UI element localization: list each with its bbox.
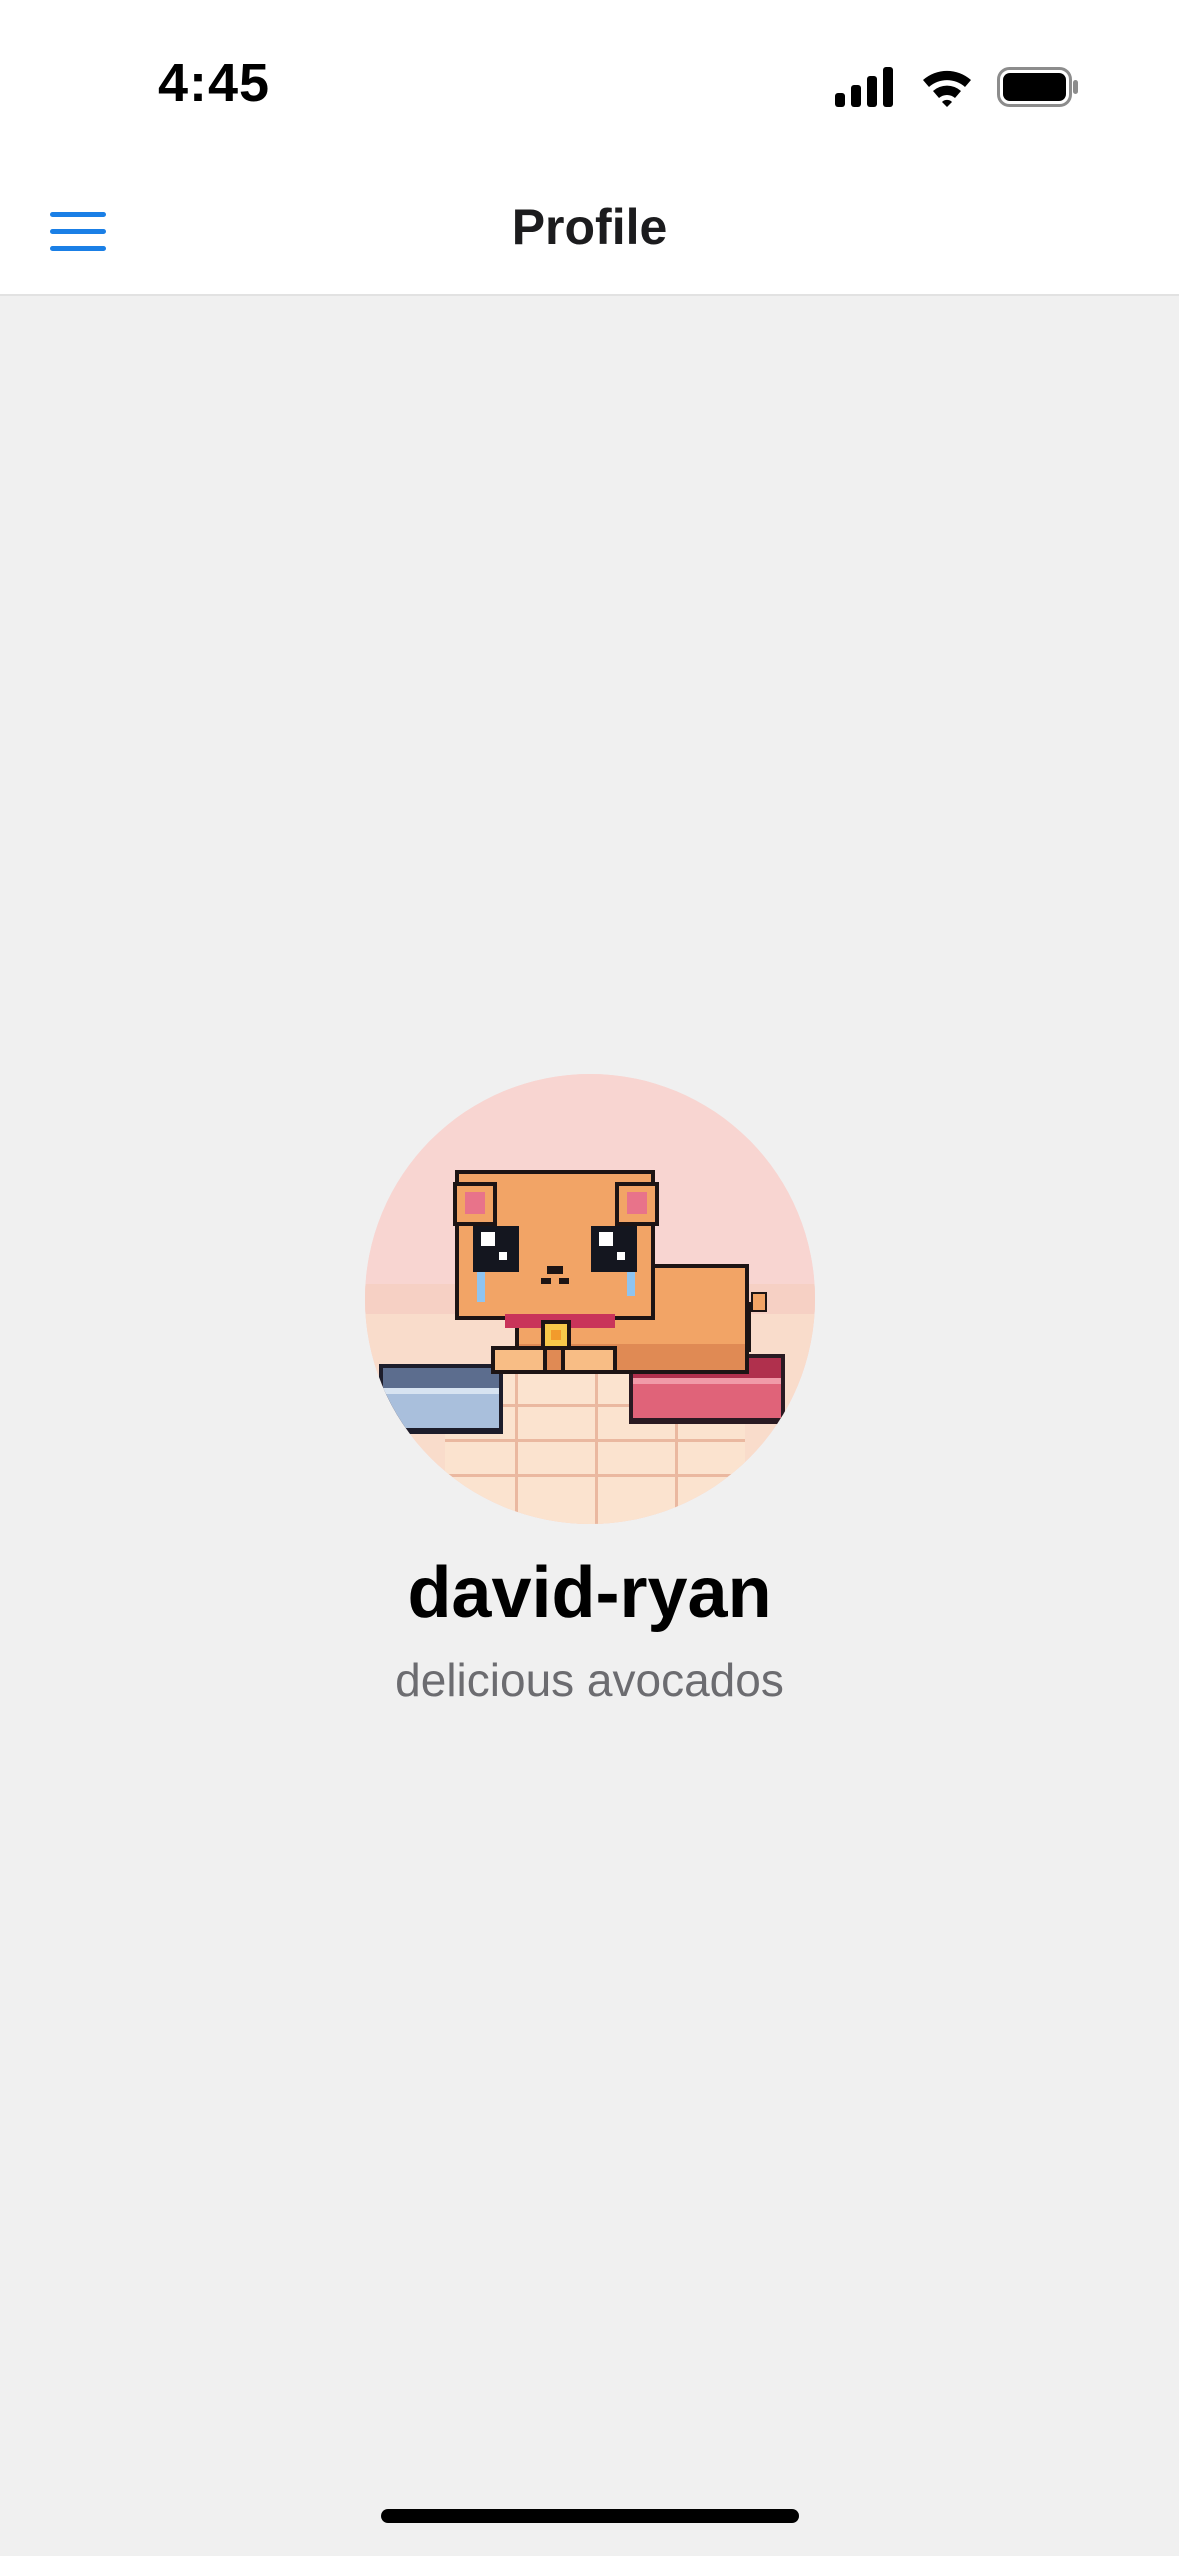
pixel-art-cat-icon — [364, 1074, 815, 1524]
cellular-signal-icon — [835, 67, 893, 107]
battery-icon — [997, 67, 1078, 107]
status-bar: 4:45 — [0, 0, 1179, 170]
profile-section: david-ryan delicious avocados — [0, 1074, 1179, 1706]
avatar[interactable] — [364, 1074, 815, 1524]
page-title: Profile — [511, 199, 668, 255]
wifi-icon — [923, 70, 971, 107]
profile-bio: delicious avocados — [395, 1654, 784, 1707]
navigation-bar: Profile — [0, 170, 1179, 296]
home-indicator[interactable] — [381, 2509, 799, 2523]
status-time: 4:45 — [158, 53, 271, 113]
profile-name: david-ryan — [407, 1553, 772, 1633]
status-icons — [835, 64, 1079, 110]
